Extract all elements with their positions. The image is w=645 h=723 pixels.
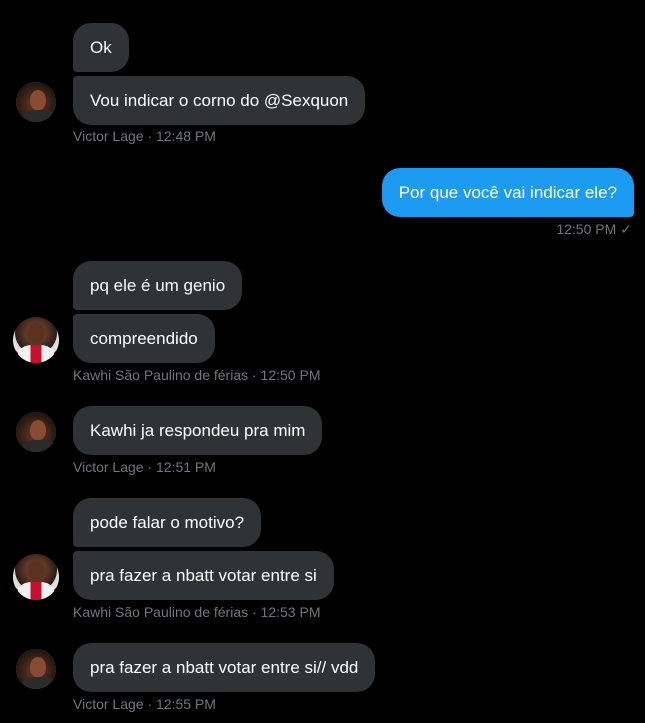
message-bubble[interactable]: pq ele é um genio (73, 261, 243, 310)
message-text: pra fazer a nbatt votar entre si// vdd (90, 658, 359, 677)
avatar-body (21, 110, 56, 122)
message-text: Vou indicar o corno do @Sexquon (90, 91, 349, 110)
message-meta: Victor Lage · 12:55 PM (73, 696, 216, 712)
message-bubble[interactable]: compreendido (73, 314, 215, 363)
message-text: pq ele é um genio (90, 276, 226, 295)
message-time: 12:50 PM (556, 221, 617, 237)
avatar-head (30, 657, 46, 677)
message-text: Kawhi ja respondeu pra mim (90, 421, 306, 440)
message-bubble[interactable]: pode falar o motivo? (73, 498, 262, 547)
message-text: pra fazer a nbatt votar entre si (90, 566, 317, 585)
avatar-head (28, 323, 44, 343)
message-bubble[interactable]: Kawhi ja respondeu pra mim (73, 406, 323, 455)
avatar-body (18, 582, 54, 600)
avatar-head (30, 420, 46, 440)
avatar-head (30, 90, 46, 110)
avatar-victor-lage[interactable] (13, 409, 59, 455)
message-meta: 12:50 PM ✓ (556, 221, 632, 238)
message-text: pode falar o motivo? (90, 513, 245, 532)
message-bubble[interactable]: pra fazer a nbatt votar entre si// vdd (73, 643, 376, 692)
avatar-kawhi[interactable] (13, 317, 59, 363)
message-text: Por que você vai indicar ele? (398, 183, 617, 202)
avatar-kawhi[interactable] (13, 554, 59, 600)
message-bubble[interactable]: Vou indicar o corno do @Sexquon (73, 76, 366, 125)
message-meta: Kawhi São Paulino de férias · 12:50 PM (73, 367, 321, 383)
message-meta: Victor Lage · 12:48 PM (73, 128, 216, 144)
avatar-victor-lage[interactable] (13, 646, 59, 692)
message-meta: Victor Lage · 12:51 PM (73, 459, 216, 475)
message-meta: Kawhi São Paulino de férias · 12:53 PM (73, 604, 321, 620)
avatar-head (28, 560, 44, 580)
check-icon: ✓ (620, 221, 632, 237)
message-bubble[interactable]: pra fazer a nbatt votar entre si (73, 551, 334, 600)
avatar-body (18, 345, 54, 363)
avatar-body (21, 677, 56, 689)
message-text: compreendido (90, 329, 198, 348)
avatar-body (21, 440, 56, 452)
avatar-victor-lage[interactable] (13, 79, 59, 125)
message-text: Ok (90, 38, 112, 57)
message-bubble-outgoing[interactable]: Por que você vai indicar ele? (381, 168, 634, 217)
message-bubble[interactable]: Ok (73, 23, 129, 72)
